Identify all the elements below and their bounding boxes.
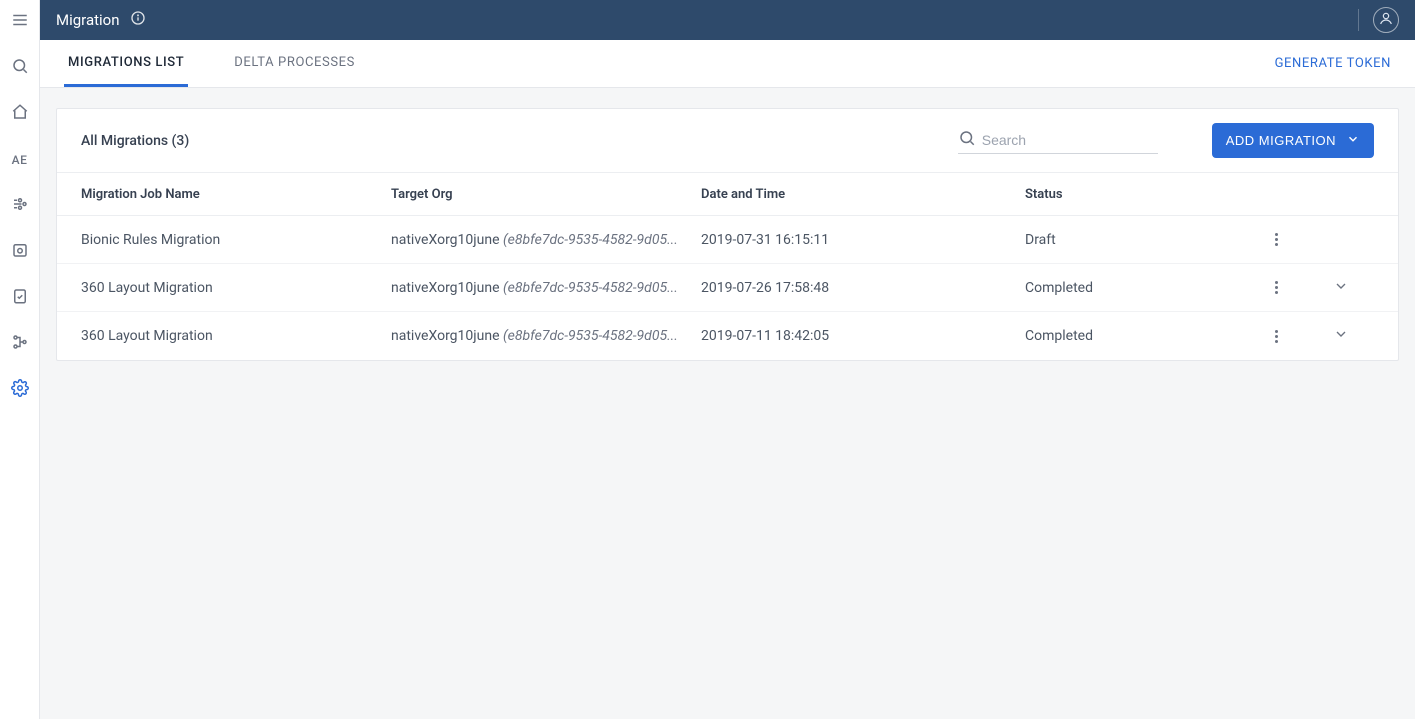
chevron-down-icon — [1333, 326, 1349, 346]
cell-name: 360 Layout Migration — [81, 280, 391, 296]
hierarchy-icon — [11, 333, 29, 355]
row-actions-button[interactable] — [1241, 330, 1311, 343]
tab-migrations-list[interactable]: MIGRATIONS LIST — [64, 40, 188, 87]
search-icon — [11, 57, 29, 79]
cell-status: Draft — [1011, 232, 1241, 248]
org-name: nativeXorg10june — [391, 232, 503, 248]
user-avatar[interactable] — [1373, 7, 1399, 33]
user-icon — [1378, 10, 1394, 30]
org-name: nativeXorg10june — [391, 328, 503, 344]
add-migration-button[interactable]: ADD MIGRATION — [1212, 123, 1374, 158]
flow-icon — [11, 195, 29, 217]
help-button[interactable] — [1322, 9, 1344, 31]
cell-datetime: 2019-07-31 16:15:11 — [701, 232, 1011, 248]
cell-name: 360 Layout Migration — [81, 328, 391, 344]
row-expand-button[interactable] — [1311, 326, 1371, 346]
generate-token-label: GENERATE TOKEN — [1275, 56, 1391, 71]
tab-label: MIGRATIONS LIST — [68, 55, 184, 70]
chevron-down-icon — [1346, 132, 1360, 149]
cell-status: Completed — [1011, 328, 1241, 344]
col-date: Date and Time — [701, 187, 1011, 202]
sidebar-item-calendar[interactable] — [8, 240, 32, 264]
tab-label: DELTA PROCESSES — [234, 55, 355, 70]
refresh-button[interactable] — [1174, 130, 1196, 152]
migrations-table: Migration Job Name Target Org Date and T… — [57, 172, 1398, 360]
home-icon — [11, 103, 29, 125]
table-header: Migration Job Name Target Org Date and T… — [57, 172, 1398, 216]
info-icon[interactable] — [130, 10, 146, 30]
ae-label: AE — [12, 153, 28, 167]
org-id: (e8bfe7dc-9535-4582-9d05... — [503, 328, 678, 344]
row-expand-button[interactable] — [1311, 278, 1371, 298]
content-area: All Migrations (3) ADD MIGR — [40, 88, 1415, 719]
sidebar-item-search[interactable] — [8, 56, 32, 80]
page-title: Migration — [56, 11, 120, 29]
org-id: (e8bfe7dc-9535-4582-9d05... — [503, 232, 678, 248]
sidebar-item-ae[interactable]: AE — [8, 148, 32, 172]
gear-icon — [11, 379, 29, 401]
sidebar: AE — [0, 0, 40, 719]
cell-target-org: nativeXorg10june (e8bfe7dc-9535-4582-9d0… — [391, 232, 701, 248]
kebab-icon — [1275, 281, 1278, 294]
table-row: 360 Layout Migration nativeXorg10june (e… — [57, 264, 1398, 312]
panel-title: All Migrations (3) — [81, 133, 189, 149]
map-button[interactable] — [1286, 9, 1308, 31]
sidebar-item-settings[interactable] — [8, 378, 32, 402]
page-title-wrap: Migration — [56, 10, 146, 30]
cell-target-org: nativeXorg10june (e8bfe7dc-9535-4582-9d0… — [391, 328, 701, 344]
migrations-panel: All Migrations (3) ADD MIGR — [56, 108, 1399, 361]
tab-delta-processes[interactable]: DELTA PROCESSES — [230, 40, 359, 87]
col-name: Migration Job Name — [81, 187, 391, 202]
kebab-icon — [1275, 233, 1278, 246]
col-status: Status — [1011, 187, 1241, 202]
org-id: (e8bfe7dc-9535-4582-9d05... — [503, 280, 678, 296]
hamburger-icon — [11, 11, 29, 33]
main: Migration — [40, 0, 1415, 719]
menu-toggle[interactable] — [8, 10, 32, 34]
sidebar-item-hierarchy[interactable] — [8, 332, 32, 356]
table-row: Bionic Rules Migration nativeXorg10june … — [57, 216, 1398, 264]
topbar: Migration — [40, 0, 1415, 40]
search-field[interactable] — [958, 127, 1158, 154]
cell-status: Completed — [1011, 280, 1241, 296]
panel-header: All Migrations (3) ADD MIGR — [57, 109, 1398, 172]
cell-target-org: nativeXorg10june (e8bfe7dc-9535-4582-9d0… — [391, 280, 701, 296]
sidebar-item-journey[interactable] — [8, 194, 32, 218]
tabs-bar: MIGRATIONS LIST DELTA PROCESSES GENERATE… — [40, 40, 1415, 88]
kebab-icon — [1275, 330, 1278, 343]
row-actions-button[interactable] — [1241, 281, 1311, 294]
cell-name: Bionic Rules Migration — [81, 232, 391, 248]
generate-token-link[interactable]: GENERATE TOKEN — [1275, 56, 1391, 71]
clipboard-check-icon — [11, 287, 29, 309]
col-target: Target Org — [391, 187, 701, 202]
cell-datetime: 2019-07-11 18:42:05 — [701, 328, 1011, 344]
org-name: nativeXorg10june — [391, 280, 503, 296]
calendar-icon — [11, 241, 29, 263]
cell-datetime: 2019-07-26 17:58:48 — [701, 280, 1011, 296]
row-actions-button[interactable] — [1241, 233, 1311, 246]
sidebar-item-home[interactable] — [8, 102, 32, 126]
search-input[interactable] — [982, 132, 1158, 148]
sidebar-item-tasks[interactable] — [8, 286, 32, 310]
table-row: 360 Layout Migration nativeXorg10june (e… — [57, 312, 1398, 360]
topbar-divider — [1358, 9, 1359, 31]
topbar-actions — [1286, 7, 1399, 33]
search-icon — [958, 129, 982, 151]
chevron-down-icon — [1333, 278, 1349, 298]
add-migration-label: ADD MIGRATION — [1226, 133, 1336, 148]
